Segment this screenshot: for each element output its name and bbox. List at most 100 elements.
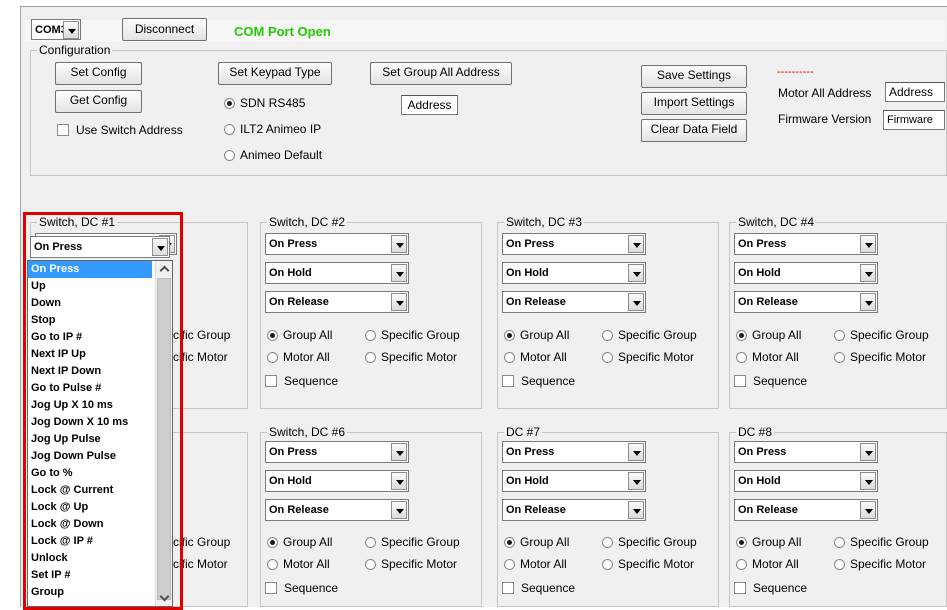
radio-dot[interactable]: [834, 537, 845, 548]
sequence-checkbox[interactable]: Sequence: [265, 581, 338, 595]
radio-dot[interactable]: [834, 330, 845, 341]
motor-all-radio[interactable]: Motor All: [736, 557, 799, 571]
specific-group-radio[interactable]: Specific Group: [365, 328, 460, 342]
radio-dot[interactable]: [365, 559, 376, 570]
switch-press-select[interactable]: On Press: [265, 441, 409, 463]
dropdown-option[interactable]: Lock @ Down: [28, 516, 152, 533]
checkbox-box[interactable]: [734, 375, 746, 387]
dropdown-option[interactable]: Go to IP #: [28, 329, 152, 346]
radio-dot[interactable]: [736, 559, 747, 570]
switch-press-select[interactable]: On Press: [502, 233, 646, 255]
radio-dot[interactable]: [224, 150, 235, 161]
switch-1-press-select[interactable]: On Press: [30, 236, 170, 258]
specific-group-radio[interactable]: Specific Group: [602, 328, 697, 342]
switch-release-select[interactable]: On Release: [502, 291, 646, 313]
port-select[interactable]: COM3: [31, 19, 81, 40]
switch-release-select[interactable]: On Release: [265, 499, 409, 521]
chevron-down-icon[interactable]: [391, 443, 407, 461]
chevron-down-icon[interactable]: [860, 293, 876, 311]
chevron-down-icon[interactable]: [628, 472, 644, 490]
chevron-down-icon[interactable]: [860, 501, 876, 519]
chevron-down-icon[interactable]: [628, 293, 644, 311]
dropdown-option[interactable]: Lock @ IP #: [28, 533, 152, 550]
switch-hold-select[interactable]: On Hold: [502, 470, 646, 492]
checkbox-box[interactable]: [502, 582, 514, 594]
switch-hold-select[interactable]: On Hold: [502, 262, 646, 284]
checkbox-box[interactable]: [265, 582, 277, 594]
motor-all-radio[interactable]: Motor All: [267, 350, 330, 364]
chevron-down-icon[interactable]: [860, 472, 876, 490]
checkbox-box[interactable]: [734, 582, 746, 594]
switch-press-select[interactable]: On Press: [265, 233, 409, 255]
dropdown-option[interactable]: Unlock: [28, 550, 152, 567]
specific-motor-radio[interactable]: Specific Motor: [365, 350, 457, 364]
radio-dot[interactable]: [267, 330, 278, 341]
radio-dot[interactable]: [267, 352, 278, 363]
dropdown-option[interactable]: On Press: [28, 261, 152, 278]
radio-dot[interactable]: [504, 537, 515, 548]
chevron-down-icon[interactable]: [860, 235, 876, 253]
radio-dot[interactable]: [602, 559, 613, 570]
switch-hold-select[interactable]: On Hold: [265, 262, 409, 284]
disconnect-button[interactable]: Disconnect: [122, 18, 207, 41]
chevron-down-icon[interactable]: [391, 293, 407, 311]
specific-group-radio[interactable]: Specific Group: [834, 535, 929, 549]
dropdown-option[interactable]: Go to %: [28, 465, 152, 482]
specific-motor-radio[interactable]: Specific Motor: [834, 350, 926, 364]
switch-hold-select[interactable]: On Hold: [734, 470, 878, 492]
radio-dot[interactable]: [365, 537, 376, 548]
radio-dot[interactable]: [224, 98, 235, 109]
dropdown-option[interactable]: Jog Up Pulse: [28, 431, 152, 448]
motor-all-radio[interactable]: Motor All: [504, 557, 567, 571]
radio-dot[interactable]: [602, 352, 613, 363]
radio-dot[interactable]: [504, 330, 515, 341]
chevron-down-icon[interactable]: [391, 472, 407, 490]
keypad-animeo-default-radio[interactable]: Animeo Default: [224, 148, 322, 162]
radio-dot[interactable]: [602, 330, 613, 341]
switch-release-select[interactable]: On Release: [734, 291, 878, 313]
switch-release-select[interactable]: On Release: [734, 499, 878, 521]
scrollbar-thumb[interactable]: [157, 278, 171, 600]
sequence-checkbox[interactable]: Sequence: [502, 581, 575, 595]
action-dropdown-list[interactable]: On Press Up Down Stop Go to IP # Next IP Up Ne…: [27, 260, 173, 607]
chevron-down-icon[interactable]: [628, 443, 644, 461]
specific-motor-radio[interactable]: Specific Motor: [602, 350, 694, 364]
dropdown-option[interactable]: Go to Pulse #: [28, 380, 152, 397]
motor-all-radio[interactable]: Motor All: [267, 557, 330, 571]
dropdown-scrollbar[interactable]: [155, 261, 172, 606]
checkbox-box[interactable]: [57, 124, 69, 136]
specific-group-radio[interactable]: Specific Group: [602, 535, 697, 549]
specific-motor-radio[interactable]: Specific Motor: [365, 557, 457, 571]
dropdown-option[interactable]: Jog Down Pulse: [28, 448, 152, 465]
sequence-checkbox[interactable]: Sequence: [502, 374, 575, 388]
sequence-checkbox[interactable]: Sequence: [734, 581, 807, 595]
radio-dot[interactable]: [267, 559, 278, 570]
checkbox-box[interactable]: [502, 375, 514, 387]
dropdown-option[interactable]: Jog Down X 10 ms: [28, 414, 152, 431]
firmware-version-field[interactable]: Firmware: [883, 110, 945, 130]
set-group-all-address-button[interactable]: Set Group All Address: [370, 62, 512, 85]
save-settings-button[interactable]: Save Settings: [641, 65, 747, 88]
radio-dot[interactable]: [365, 352, 376, 363]
keypad-sdn-rs485-radio[interactable]: SDN RS485: [224, 96, 305, 110]
radio-dot[interactable]: [736, 352, 747, 363]
chevron-down-icon[interactable]: [860, 443, 876, 461]
checkbox-box[interactable]: [265, 375, 277, 387]
radio-dot[interactable]: [504, 352, 515, 363]
dropdown-option[interactable]: Set IP #: [28, 567, 152, 584]
radio-dot[interactable]: [736, 330, 747, 341]
chevron-down-icon[interactable]: [152, 238, 168, 256]
radio-dot[interactable]: [834, 352, 845, 363]
group-all-radio[interactable]: Group All: [504, 328, 569, 342]
switch-hold-select[interactable]: On Hold: [734, 262, 878, 284]
switch-release-select[interactable]: On Release: [265, 291, 409, 313]
radio-dot[interactable]: [602, 537, 613, 548]
specific-group-radio[interactable]: Specific Group: [834, 328, 929, 342]
group-all-radio[interactable]: Group All: [736, 535, 801, 549]
motor-all-radio[interactable]: Motor All: [736, 350, 799, 364]
chevron-down-icon[interactable]: [860, 264, 876, 282]
radio-dot[interactable]: [736, 537, 747, 548]
chevron-down-icon[interactable]: [391, 264, 407, 282]
chevron-down-icon[interactable]: [628, 235, 644, 253]
radio-dot[interactable]: [365, 330, 376, 341]
